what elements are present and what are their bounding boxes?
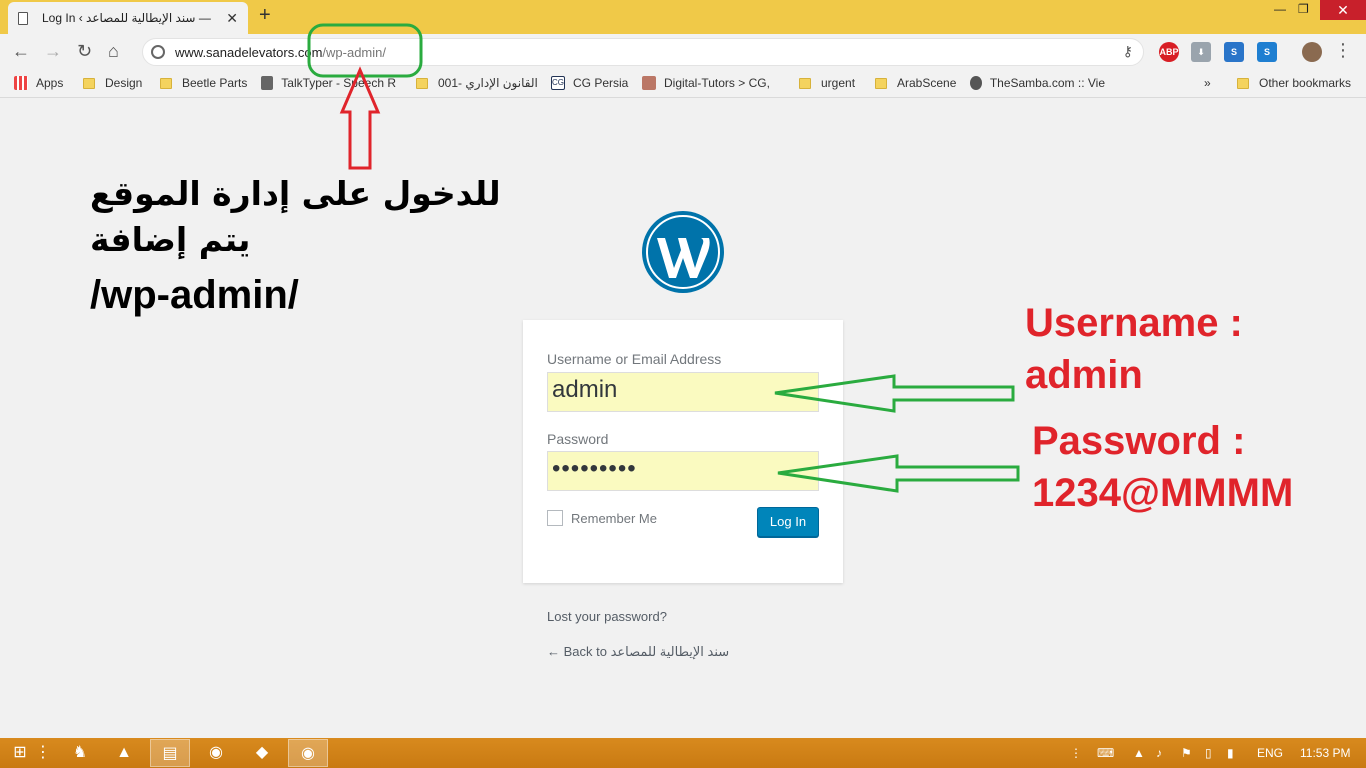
login-form: Username or Email Address admin Password… — [523, 320, 843, 583]
download-icon[interactable]: ⬇ — [1191, 42, 1211, 62]
password-annotation: Password : 1234@MMMM — [1032, 415, 1293, 519]
close-window-button[interactable]: ✕ — [1320, 0, 1366, 20]
cg-persia-icon: CG — [551, 76, 565, 90]
digital-tutors-icon — [642, 76, 656, 90]
profile-avatar[interactable] — [1302, 42, 1322, 62]
bookmarks-overflow-icon[interactable]: » — [1204, 76, 1211, 90]
tab-close-icon[interactable]: ✕ — [226, 10, 238, 27]
bookmark-design[interactable]: Design — [83, 76, 142, 90]
taskbar-app-icon-1[interactable]: ♞ — [60, 739, 100, 767]
chrome-active-icon[interactable]: ◉ — [288, 739, 328, 767]
page-icon — [18, 11, 28, 25]
skype-icon[interactable]: S — [1257, 42, 1277, 62]
bookmark-admin-law[interactable]: 001- القانون الإداري — [416, 76, 538, 90]
bookmark-label: Apps — [36, 76, 64, 90]
bookmark-talktyper[interactable]: TalkTyper - Speech R — [261, 76, 396, 90]
username-annotation: Username : admin — [1025, 297, 1243, 401]
lost-password-link[interactable]: Lost your password? — [547, 609, 667, 624]
browser-title-bar: Log In ‹ سند الإيطالية للمصاعد — ✕ + — ❐… — [0, 0, 1366, 34]
site-info-icon[interactable] — [151, 45, 165, 59]
file-explorer-icon[interactable]: ▤ — [150, 739, 190, 767]
bookmark-digital-tutors[interactable]: Digital-Tutors > CG, — [642, 76, 782, 90]
taskbar-app-icon-2[interactable]: ◆ — [242, 739, 282, 767]
taskbar-grip-icon: ⋮ — [35, 744, 51, 761]
back-to-site-link[interactable]: ← Back to سند الإيطالية للمصاعد — [547, 644, 729, 660]
extension-s-icon[interactable]: S — [1224, 42, 1244, 62]
battery-icon[interactable]: ▯ — [1205, 746, 1212, 760]
arabic-instruction-annotation: للدخول على إدارة الموقع يتم إضافة — [90, 174, 501, 259]
bookmark-label: Other bookmarks — [1259, 76, 1352, 90]
password-annotation-line2: 1234@MMMM — [1032, 471, 1294, 515]
chrome-icon[interactable]: ◉ — [196, 739, 236, 767]
folder-icon — [160, 77, 172, 89]
thesamba-icon — [970, 76, 982, 90]
back-arrow-icon[interactable]: ← — [12, 41, 30, 62]
login-button[interactable]: Log In — [757, 507, 819, 537]
page-content: للدخول على إدارة الموقع يتم إضافة /wp-ad… — [0, 99, 1366, 738]
url-text[interactable]: www.sanadelevators.com/wp-admin/ — [175, 45, 386, 60]
keyboard-icon[interactable]: ⌨ — [1097, 746, 1114, 760]
remember-me-label: Remember Me — [571, 510, 657, 526]
bookmark-other[interactable]: Other bookmarks — [1237, 76, 1351, 90]
tab-title: Log In ‹ سند الإيطالية للمصاعد — — [42, 11, 211, 25]
wordpress-logo-icon[interactable] — [641, 210, 725, 294]
bookmark-label: ArabScene — [897, 76, 957, 90]
windows-taskbar: ⊞ ⋮ ♞ ▲ ▤ ◉ ◆ ◉ ⋮ ⌨ ▲ ♪ ⚑ ▯ ▮ ENG 11:53 … — [0, 738, 1366, 768]
network-icon[interactable]: ▮ — [1227, 746, 1234, 760]
username-label: Username or Email Address — [547, 351, 722, 367]
browser-toolbar: ← → ↻ ⌂ www.sanadelevators.com/wp-admin/… — [0, 34, 1366, 70]
wp-admin-path-annotation: /wp-admin/ — [90, 273, 299, 317]
username-input[interactable]: admin — [547, 372, 819, 412]
bookmark-label: Beetle Parts — [182, 76, 248, 90]
url-path: /wp-admin/ — [322, 45, 386, 60]
username-annotation-line1: Username : — [1025, 301, 1243, 345]
password-annotation-line1: Password : — [1032, 419, 1246, 463]
bookmark-label: TalkTyper - Speech R — [281, 76, 396, 90]
new-tab-button[interactable]: + — [259, 4, 271, 27]
adblock-icon[interactable]: ABP — [1159, 42, 1179, 62]
bookmark-cg-persia[interactable]: CG CG Persia — [551, 76, 628, 90]
browser-menu-icon[interactable]: ⋮ — [1334, 40, 1352, 61]
key-icon[interactable]: ⚷ — [1123, 43, 1133, 60]
password-input[interactable]: ••••••••• — [547, 451, 819, 491]
folder-icon — [799, 77, 811, 89]
folder-icon — [875, 77, 887, 89]
bookmark-arabscene[interactable]: ArabScene — [875, 76, 956, 90]
talktyper-icon — [261, 76, 274, 90]
remember-me-checkbox[interactable] — [547, 510, 563, 526]
language-indicator[interactable]: ENG — [1257, 746, 1283, 760]
bookmark-label: urgent — [821, 76, 856, 90]
bookmark-label: TheSamba.com :: Vie — [989, 76, 1105, 90]
folder-icon — [416, 77, 428, 89]
remember-me[interactable]: Remember Me — [547, 510, 657, 526]
volume-icon[interactable]: ♪ — [1156, 746, 1162, 760]
url-host: www.sanadelevators.com — [175, 45, 323, 60]
restore-button[interactable]: ❐ — [1298, 2, 1309, 16]
vlc-icon[interactable]: ▲ — [104, 739, 144, 767]
flag-icon[interactable]: ⚑ — [1181, 746, 1192, 760]
home-icon[interactable]: ⌂ — [108, 41, 119, 62]
username-annotation-line2: admin — [1025, 353, 1143, 397]
bookmark-label: Design — [105, 76, 143, 90]
address-bar[interactable]: www.sanadelevators.com/wp-admin/ ⚷ — [142, 38, 1144, 66]
folder-icon — [83, 77, 95, 89]
bookmark-label: 001- القانون الإداري — [438, 76, 538, 90]
browser-tab-active[interactable]: Log In ‹ سند الإيطالية للمصاعد — ✕ — [8, 2, 248, 34]
forward-arrow-icon[interactable]: → — [44, 41, 62, 62]
bookmark-urgent[interactable]: urgent — [799, 76, 855, 90]
bookmarks-bar: Apps Design Beetle Parts TalkTyper - Spe… — [0, 70, 1366, 98]
bookmark-thesamba[interactable]: TheSamba.com :: Vie — [970, 76, 1105, 90]
reload-icon[interactable]: ↻ — [77, 41, 92, 62]
minimize-button[interactable]: — — [1274, 2, 1286, 16]
tray-grip-icon: ⋮ — [1070, 746, 1082, 760]
bookmark-label: CG Persia — [573, 76, 629, 90]
bookmark-label: Digital-Tutors > CG, — [664, 76, 770, 90]
clock[interactable]: 11:53 PM — [1300, 746, 1350, 760]
folder-icon — [1237, 77, 1249, 89]
tray-overflow-icon[interactable]: ▲ — [1133, 746, 1145, 760]
bookmark-beetle-parts[interactable]: Beetle Parts — [160, 76, 247, 90]
password-label: Password — [547, 431, 609, 447]
bookmark-apps[interactable]: Apps — [14, 76, 63, 90]
apps-grid-icon — [14, 76, 28, 90]
